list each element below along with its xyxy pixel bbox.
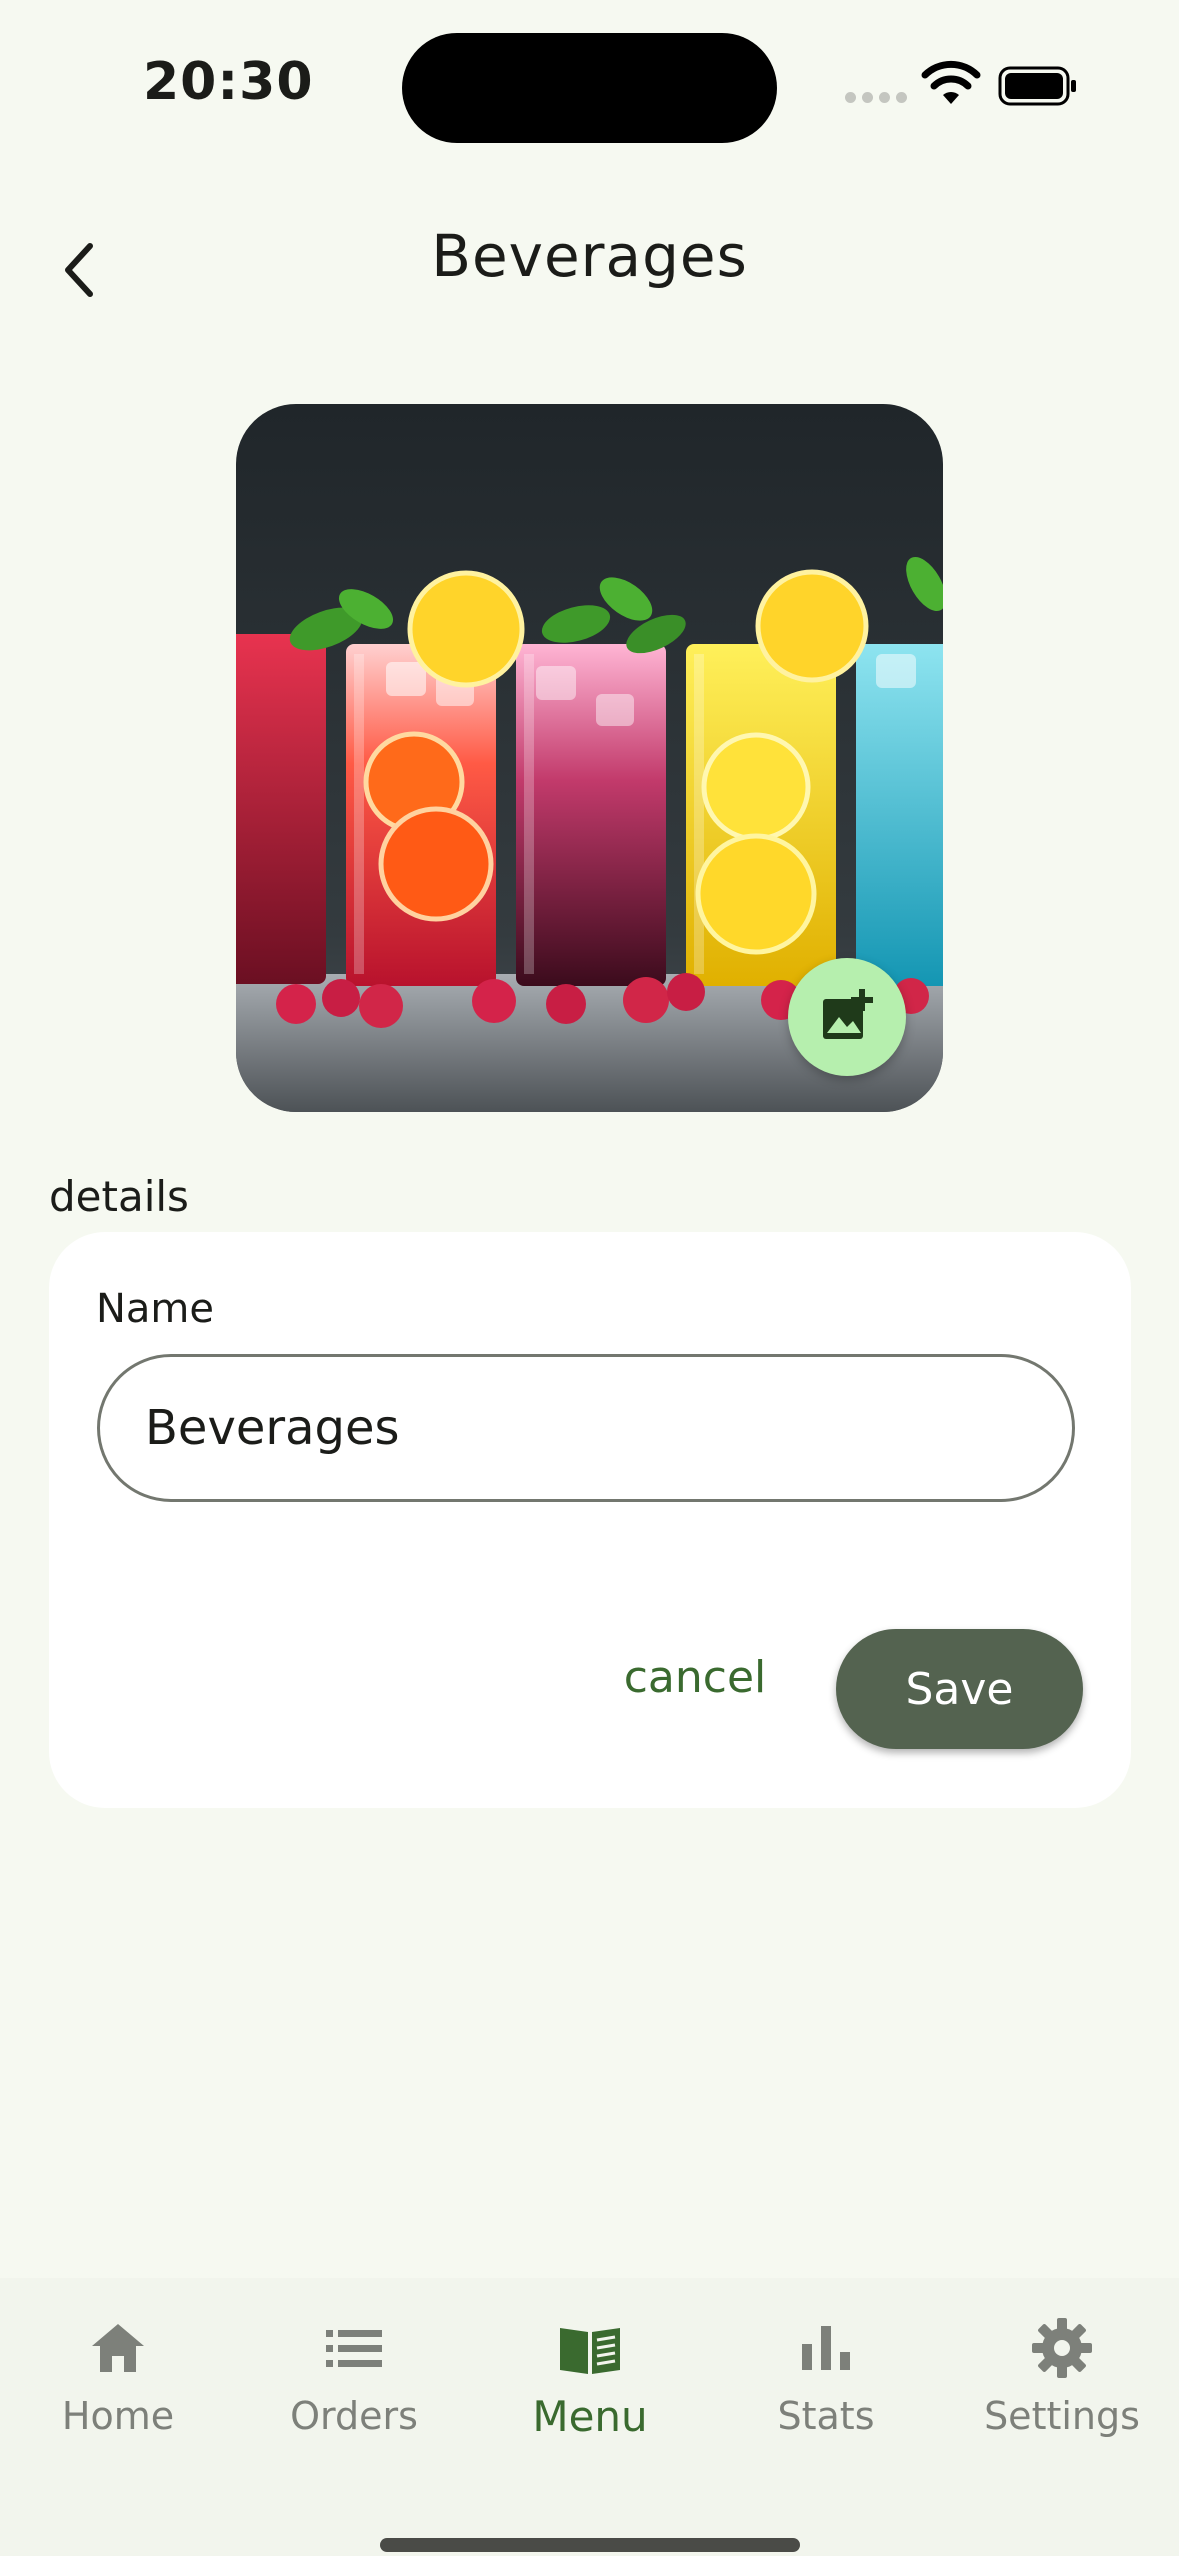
- list-icon: [326, 2330, 382, 2367]
- details-card: Name cancel Save: [49, 1232, 1131, 1808]
- nav-label-home: Home: [61, 2394, 175, 2438]
- cancel-button[interactable]: cancel: [589, 1632, 801, 1722]
- nav-label-orders: Orders: [290, 2394, 418, 2438]
- bottom-navigation: Home Orders Menu Stats Settings: [0, 2278, 1179, 2556]
- nav-item-orders[interactable]: Orders: [236, 2306, 472, 2466]
- dynamic-island: [402, 33, 777, 143]
- nav-label-settings: Settings: [984, 2394, 1140, 2438]
- details-section-label: details: [49, 1172, 189, 1221]
- status-time: 20:30: [143, 52, 314, 112]
- nav-label-stats: Stats: [777, 2394, 875, 2438]
- cellular-signal-icon: [845, 92, 907, 103]
- save-button[interactable]: Save: [836, 1629, 1083, 1749]
- nav-label-menu: Menu: [532, 2392, 648, 2441]
- top-app-bar: Beverages: [0, 200, 1179, 320]
- page-title: Beverages: [431, 222, 748, 290]
- gear-icon: [1032, 2318, 1092, 2378]
- nav-item-settings[interactable]: Settings: [944, 2306, 1179, 2466]
- battery-icon: [998, 66, 1076, 106]
- add-photo-icon: [823, 989, 873, 1039]
- nav-item-stats[interactable]: Stats: [708, 2306, 944, 2466]
- nav-item-home[interactable]: Home: [0, 2306, 236, 2466]
- nav-item-menu[interactable]: Menu: [472, 2306, 708, 2466]
- name-field-label: Name: [96, 1286, 215, 1332]
- add-photo-button[interactable]: [788, 958, 906, 1076]
- name-input[interactable]: [97, 1354, 1075, 1502]
- bar-chart-icon: [802, 2326, 850, 2370]
- book-icon: [560, 2328, 620, 2374]
- wifi-icon: [921, 60, 981, 104]
- home-icon: [92, 2324, 144, 2372]
- status-bar: 20:30: [0, 0, 1179, 170]
- home-indicator: [380, 2538, 800, 2552]
